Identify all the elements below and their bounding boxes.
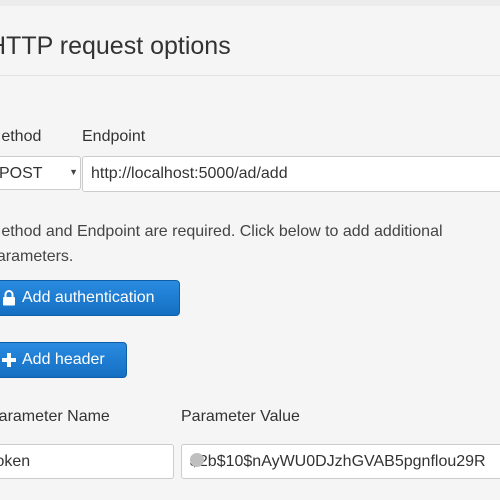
autofill-icon (190, 453, 204, 467)
help-text: Method and Endpoint are required. Click … (0, 223, 443, 265)
endpoint-input[interactable]: http://localhost:5000/ad/add (82, 156, 500, 192)
endpoint-input-value: http://localhost:5000/ad/add (91, 165, 288, 182)
method-select-value: POST (0, 165, 43, 182)
parameter-value-label: Parameter Value (181, 408, 300, 425)
parameter-value-input[interactable]: $2b$10$nAyWU0DJzhGVAB5pgnflou29R (181, 444, 500, 479)
http-request-options-panel: HTTP request options Method Endpoint POS… (0, 0, 500, 500)
title-divider (0, 75, 500, 76)
add-authentication-button[interactable]: Add authentication (0, 280, 180, 316)
lock-icon (3, 290, 15, 306)
plus-icon (2, 353, 16, 367)
top-strip (0, 0, 500, 6)
method-select[interactable]: POST ▼ (0, 156, 81, 190)
add-header-button[interactable]: Add header (0, 342, 127, 378)
add-header-label: Add header (22, 351, 105, 368)
parameter-value-input-value: $2b$10$nAyWU0DJzhGVAB5pgnflou29R (190, 453, 486, 470)
endpoint-label: Endpoint (82, 128, 146, 145)
parameter-name-input-value: token (0, 453, 31, 470)
method-label: Method (0, 128, 42, 145)
chevron-down-icon: ▼ (69, 167, 78, 177)
parameter-name-label: Parameter Name (0, 408, 110, 425)
add-authentication-label: Add authentication (22, 289, 155, 306)
page-title: HTTP request options (0, 32, 231, 60)
parameter-name-input[interactable]: token (0, 444, 174, 479)
